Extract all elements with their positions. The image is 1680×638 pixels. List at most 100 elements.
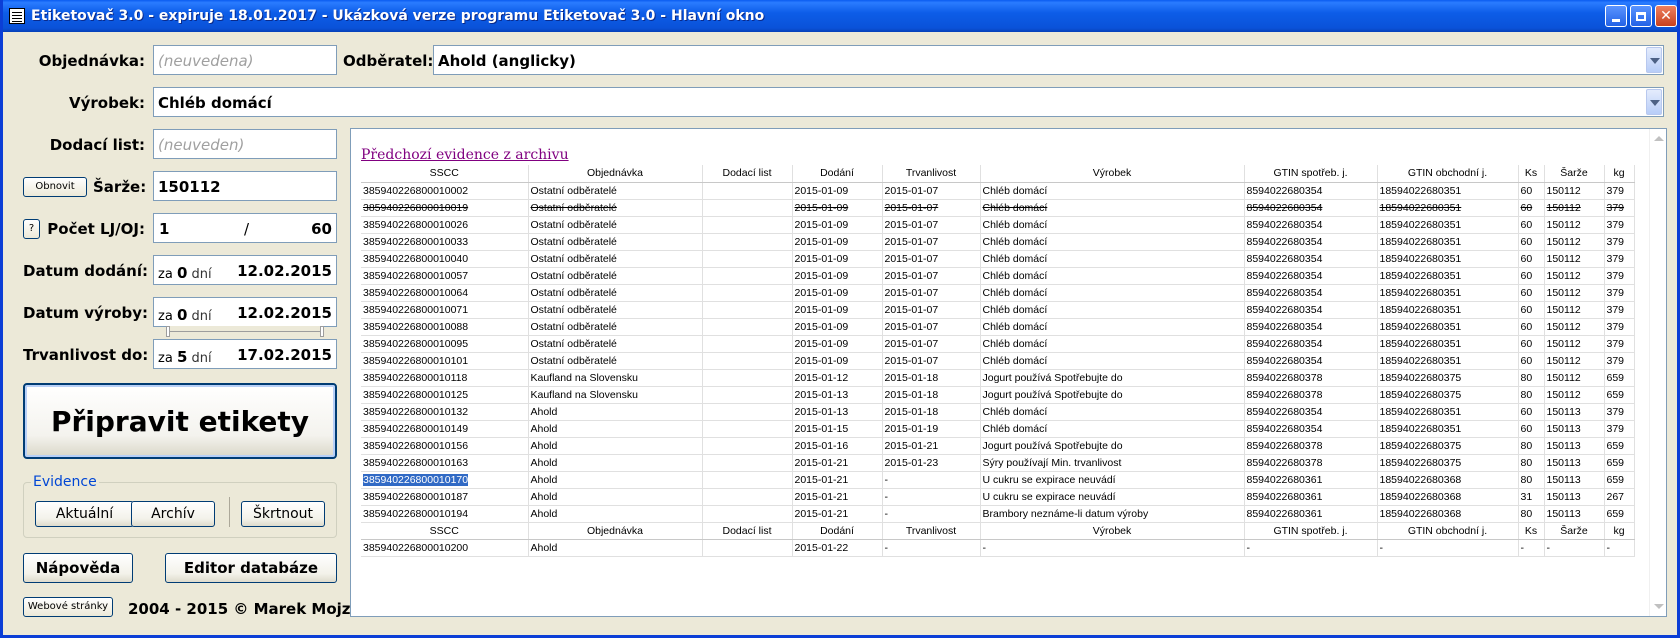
table-cell[interactable]: Ostatní odběratelé <box>528 267 703 285</box>
column-header[interactable]: Trvanlivost <box>882 165 981 183</box>
table-cell[interactable]: 659 <box>1604 471 1635 489</box>
table-cell[interactable] <box>702 267 793 285</box>
table-row[interactable]: 385940226800010170 Ahold 2015-01-21- U cukr… <box>361 471 1635 489</box>
table-row[interactable]: 385940226800010149 Ahold 2015-01-15 2015-01… <box>361 420 1635 438</box>
table-cell[interactable]: 150112 <box>1544 199 1605 217</box>
column-header[interactable]: SSCC <box>361 522 529 540</box>
table-cell[interactable]: 8594022680354 <box>1244 233 1378 251</box>
table-cell[interactable]: 2015-01-07 <box>882 301 981 319</box>
table-cell[interactable]: 385940226800010118 <box>361 369 529 387</box>
table-cell[interactable]: 659 <box>1604 454 1635 472</box>
archive-link[interactable]: Předchozí evidence z archivu <box>361 147 569 163</box>
table-cell[interactable] <box>702 284 793 302</box>
table-cell[interactable]: 8594022680378 <box>1244 437 1378 455</box>
table-cell[interactable] <box>702 216 793 234</box>
table-cell[interactable]: 2015-01-09 <box>792 216 883 234</box>
table-cell[interactable]: 385940226800010026 <box>361 216 529 234</box>
table-cell[interactable]: 659 <box>1604 386 1635 404</box>
table-cell[interactable]: 379 <box>1604 335 1635 353</box>
table-cell[interactable]: 60 <box>1518 267 1545 285</box>
table-row[interactable]: 385940226800010088 Ostatní odběratelé 2015… <box>361 318 1635 336</box>
table-cell[interactable]: 2015-01-09 <box>792 318 883 336</box>
table-cell[interactable]: Chléb domácí <box>980 233 1245 251</box>
table-cell[interactable]: 60 <box>1518 352 1545 370</box>
table-cell[interactable]: 60 <box>1518 233 1545 251</box>
refresh-button[interactable]: Obnovit <box>23 177 87 197</box>
table-row[interactable]: 385940226800010163 Ahold 2015-01-21 2015-01… <box>361 454 1635 472</box>
table-cell[interactable] <box>702 335 793 353</box>
slider-thumb-right[interactable] <box>320 326 324 337</box>
table-cell[interactable] <box>702 420 793 438</box>
table-cell[interactable]: 2015-01-09 <box>792 250 883 268</box>
website-button[interactable]: Webové stránky <box>23 597 113 617</box>
table-cell[interactable]: Chléb domácí <box>980 182 1245 200</box>
count-input[interactable]: 1 / 60 <box>153 213 337 243</box>
table-cell[interactable]: 150112 <box>1544 182 1605 200</box>
table-cell[interactable]: 150113 <box>1544 437 1605 455</box>
table-row[interactable]: 385940226800010156 Ahold 2015-01-16 2015-01… <box>361 437 1635 455</box>
table-cell[interactable]: 60 <box>1518 182 1545 200</box>
help-button[interactable]: Nápověda <box>23 553 133 583</box>
table-cell[interactable]: 8594022680354 <box>1244 216 1378 234</box>
column-header[interactable]: Objednávka <box>528 522 703 540</box>
table-cell[interactable]: Ostatní odběratelé <box>528 335 703 353</box>
table-cell[interactable]: 2015-01-09 <box>792 301 883 319</box>
slider-thumb-left[interactable] <box>166 326 170 337</box>
table-cell[interactable]: Kaufland na Slovensku <box>528 369 703 387</box>
table-cell[interactable]: 385940226800010170 <box>361 471 529 489</box>
table-cell[interactable]: 2015-01-07 <box>882 182 981 200</box>
table-cell[interactable]: 8594022680354 <box>1244 301 1378 319</box>
table-cell[interactable]: 60 <box>1518 199 1545 217</box>
table-cell[interactable]: Ahold <box>528 437 703 455</box>
table-cell[interactable]: Chléb domácí <box>980 420 1245 438</box>
table-row[interactable]: 385940226800010026 Ostatní odběratelé 2015… <box>361 216 1635 234</box>
table-cell[interactable]: 2015-01-07 <box>882 352 981 370</box>
count-help-button[interactable]: ? <box>23 219 40 239</box>
column-header[interactable]: GTIN obchodní j. <box>1377 165 1519 183</box>
table-cell[interactable]: 80 <box>1518 454 1545 472</box>
table-cell[interactable] <box>702 471 793 489</box>
table-cell[interactable]: 18594022680351 <box>1377 420 1519 438</box>
delivery-note-input[interactable]: (neuveden) <box>153 129 337 159</box>
expiry-input[interactable]: za 5 dní 17.02.2015 <box>153 339 337 369</box>
table-row[interactable]: 385940226800010002 Ostatní odběratelé 2015… <box>361 182 1635 200</box>
table-cell[interactable]: 80 <box>1518 471 1545 489</box>
table-cell[interactable]: 8594022680361 <box>1244 488 1378 506</box>
table-cell[interactable] <box>702 182 793 200</box>
table-cell[interactable]: Ostatní odběratelé <box>528 318 703 336</box>
strike-button[interactable]: Škrtnout <box>241 501 325 527</box>
table-row[interactable]: 385940226800010040 Ostatní odběratelé 2015… <box>361 250 1635 268</box>
table-cell[interactable]: 2015-01-07 <box>882 199 981 217</box>
order-input[interactable]: (neuvedena) <box>153 45 337 75</box>
date-slider[interactable] <box>166 326 324 337</box>
table-cell[interactable]: Ostatní odběratelé <box>528 182 703 200</box>
table-cell[interactable]: 379 <box>1604 199 1635 217</box>
column-header[interactable]: Výrobek <box>980 522 1245 540</box>
table-cell[interactable]: 385940226800010057 <box>361 267 529 285</box>
column-header[interactable]: Výrobek <box>980 165 1245 183</box>
table-cell[interactable]: Ahold <box>528 471 703 489</box>
table-cell[interactable]: 150112 <box>1544 284 1605 302</box>
table-cell[interactable]: - <box>882 471 981 489</box>
table-row[interactable]: 385940226800010132 Ahold 2015-01-13 2015-01… <box>361 403 1635 421</box>
table-cell[interactable] <box>702 318 793 336</box>
column-header[interactable]: kg <box>1604 165 1635 183</box>
production-date-input[interactable]: za 0 dní 12.02.2015 <box>153 297 337 327</box>
table-cell[interactable]: Ostatní odběratelé <box>528 250 703 268</box>
table-cell[interactable]: 659 <box>1604 505 1635 523</box>
table-cell[interactable] <box>702 539 793 557</box>
table-cell[interactable]: 379 <box>1604 284 1635 302</box>
table-cell[interactable]: 385940226800010095 <box>361 335 529 353</box>
table-cell[interactable]: 8594022680361 <box>1244 505 1378 523</box>
table-cell[interactable]: 2015-01-09 <box>792 352 883 370</box>
table-cell[interactable] <box>702 301 793 319</box>
table-cell[interactable]: 18594022680351 <box>1377 301 1519 319</box>
table-cell[interactable]: - <box>1377 539 1519 557</box>
table-cell[interactable]: 385940226800010187 <box>361 488 529 506</box>
table-cell[interactable]: 18594022680351 <box>1377 182 1519 200</box>
table-cell[interactable] <box>702 352 793 370</box>
table-cell[interactable]: 8594022680354 <box>1244 182 1378 200</box>
table-cell[interactable]: 8594022680361 <box>1244 471 1378 489</box>
table-cell[interactable]: 8594022680354 <box>1244 250 1378 268</box>
table-cell[interactable]: 8594022680378 <box>1244 386 1378 404</box>
